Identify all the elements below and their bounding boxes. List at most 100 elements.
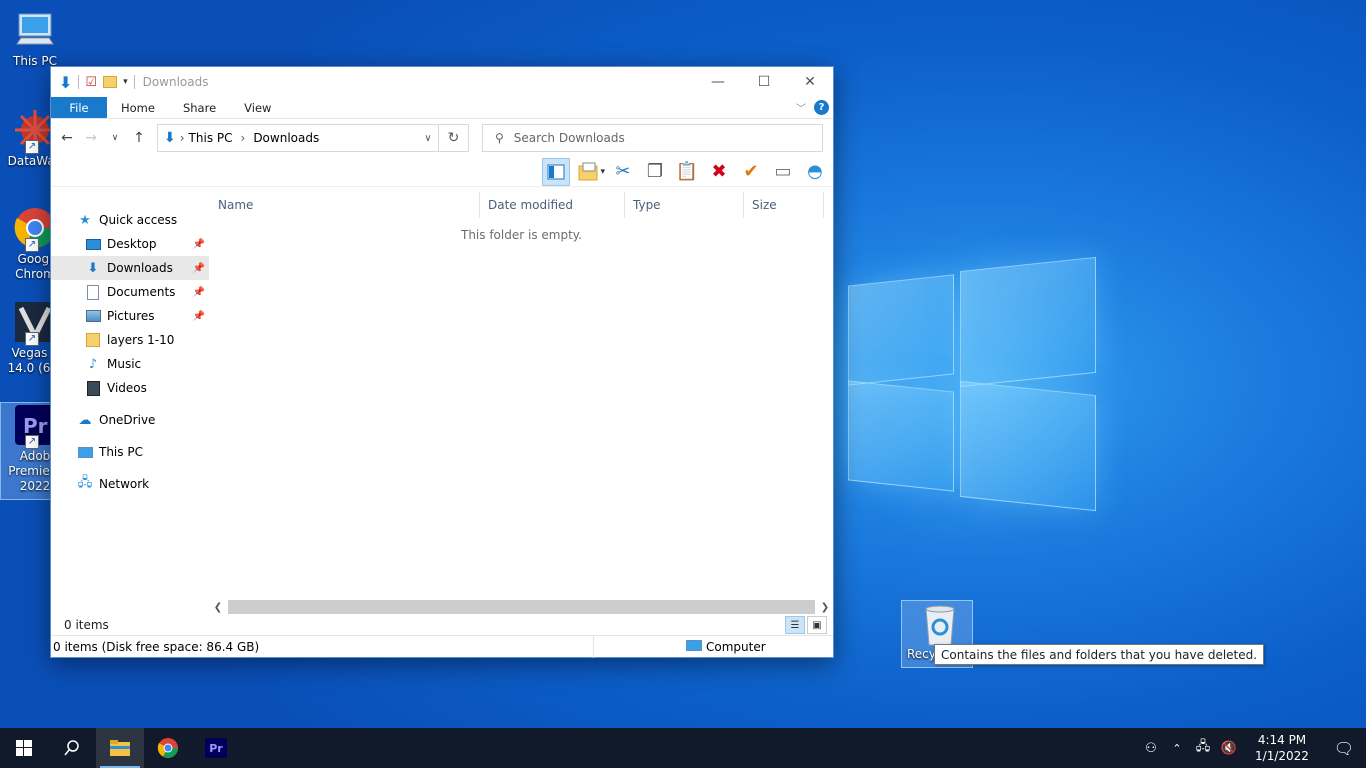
- computer-icon: [686, 639, 702, 654]
- new-folder-icon[interactable]: [103, 76, 118, 88]
- tab-home[interactable]: Home: [107, 97, 169, 118]
- zone-label: Computer: [706, 639, 766, 654]
- column-name[interactable]: Name: [210, 192, 480, 218]
- search-button[interactable]: [48, 728, 96, 768]
- network-icon: 🖧: [77, 475, 93, 490]
- recent-locations-dropdown[interactable]: ∨: [103, 126, 127, 150]
- scroll-left-icon[interactable]: ❮: [210, 602, 226, 613]
- nav-quick-access[interactable]: ★ Quick access: [51, 208, 209, 232]
- breadcrumb-separator-icon[interactable]: ›: [241, 131, 246, 145]
- system-tray: ⚇ ⌃ 🖧 🔇 4:14 PM 1/1/2022 🗨: [1138, 728, 1366, 768]
- breadcrumb-separator-icon[interactable]: ›: [180, 131, 185, 145]
- nav-item-music[interactable]: ♪ Music: [51, 352, 209, 376]
- tab-share[interactable]: Share: [169, 97, 230, 118]
- shortcut-arrow-icon: ↗: [25, 435, 39, 449]
- close-button[interactable]: ✕: [787, 67, 833, 97]
- customize-toolbar-dropdown-icon[interactable]: ▾: [123, 77, 128, 87]
- preview-pane-button[interactable]: [542, 157, 571, 186]
- nav-item-pictures[interactable]: Pictures 📌: [51, 304, 209, 328]
- navigation-bar: ← → ∨ ↑ ⬇ › This PC › Downloads ∨ ↻ ⚲ Se…: [51, 119, 833, 157]
- nav-onedrive[interactable]: ☁ OneDrive: [51, 408, 209, 432]
- breadcrumb-downloads[interactable]: Downloads: [253, 131, 319, 145]
- refresh-button[interactable]: ↻: [439, 124, 469, 152]
- nav-item-videos[interactable]: Videos: [51, 376, 209, 400]
- window-title: Downloads: [142, 75, 209, 89]
- tab-file[interactable]: File: [51, 97, 107, 118]
- search-box[interactable]: ⚲ Search Downloads: [482, 124, 823, 152]
- navigation-pane: ★ Quick access Desktop 📌 ⬇ Downloads 📌 D…: [51, 192, 209, 615]
- scrollbar-thumb[interactable]: [228, 600, 815, 614]
- cut-icon[interactable]: ✂: [609, 158, 637, 186]
- delete-icon[interactable]: ✖: [705, 158, 733, 186]
- file-list[interactable]: Name Date modified Type Size This folder…: [209, 192, 833, 615]
- tab-view[interactable]: View: [230, 97, 285, 118]
- column-type[interactable]: Type: [625, 192, 744, 218]
- folder-icon: [110, 740, 130, 756]
- computer-icon: [77, 444, 93, 460]
- downloads-arrow-icon: ⬇: [87, 260, 99, 276]
- toolbar-divider: [133, 75, 135, 89]
- file-explorer-window[interactable]: ⬇ ☑ ▾ Downloads — ☐ ✕ File Home Share Vi…: [50, 66, 834, 658]
- nav-label: Network: [99, 477, 150, 491]
- downloads-arrow-icon: ⬇: [59, 72, 73, 92]
- scroll-right-icon[interactable]: ❯: [817, 602, 833, 613]
- column-size[interactable]: Size: [744, 192, 824, 218]
- nav-item-layers[interactable]: layers 1-10: [51, 328, 209, 352]
- shortcut-arrow-icon: ↗: [25, 238, 39, 252]
- search-placeholder: Search Downloads: [513, 131, 625, 145]
- nav-label: Quick access: [99, 213, 178, 227]
- show-hidden-icons-chevron-icon[interactable]: ⌃: [1164, 728, 1190, 768]
- paste-icon[interactable]: 📋: [673, 158, 701, 186]
- disk-free-space: 0 items (Disk free space: 86.4 GB): [51, 635, 594, 658]
- rename-check-icon[interactable]: ✔: [737, 158, 765, 186]
- large-icons-view-button[interactable]: ▣: [807, 616, 827, 634]
- properties-card-icon[interactable]: ▭: [769, 158, 797, 186]
- change-view-icon[interactable]: [574, 158, 602, 186]
- minimize-button[interactable]: —: [695, 67, 741, 97]
- nav-item-documents[interactable]: Documents 📌: [51, 280, 209, 304]
- maximize-button[interactable]: ☐: [741, 67, 787, 97]
- taskbar-file-explorer[interactable]: [96, 728, 144, 768]
- up-button[interactable]: ↑: [127, 126, 151, 150]
- nav-this-pc[interactable]: This PC: [51, 440, 209, 464]
- back-button[interactable]: ←: [55, 126, 79, 150]
- action-center-icon[interactable]: 🗨: [1322, 739, 1366, 758]
- recycle-bin-tooltip: Contains the files and folders that you …: [934, 644, 1265, 665]
- copy-icon[interactable]: ❐: [641, 158, 669, 186]
- horizontal-scrollbar[interactable]: ❮ ❯: [210, 599, 833, 615]
- people-icon[interactable]: ⚇: [1138, 728, 1164, 768]
- nav-network[interactable]: 🖧 Network: [51, 472, 209, 496]
- taskbar-chrome[interactable]: [144, 728, 192, 768]
- network-status-icon[interactable]: 🖧: [1190, 728, 1216, 768]
- clock[interactable]: 4:14 PM 1/1/2022: [1242, 732, 1322, 764]
- expand-ribbon-icon[interactable]: ﹀: [796, 100, 806, 115]
- search-icon: ⚲: [495, 131, 504, 145]
- shell-icon[interactable]: ◓: [801, 158, 829, 186]
- ribbon-tabs: File Home Share View ﹀ ?: [51, 97, 833, 119]
- properties-icon[interactable]: ☑: [85, 75, 97, 90]
- pictures-icon: [85, 308, 101, 324]
- details-view-button[interactable]: ☰: [785, 616, 805, 634]
- nav-label: Desktop: [107, 237, 157, 251]
- pin-icon: 📌: [192, 262, 205, 274]
- help-icon[interactable]: ?: [814, 100, 829, 115]
- status-bar: 0 items ☰ ▣: [51, 615, 833, 635]
- taskbar-premiere[interactable]: Pr: [192, 728, 240, 768]
- nav-item-downloads[interactable]: ⬇ Downloads 📌: [51, 256, 209, 280]
- pin-icon: 📌: [192, 286, 205, 298]
- star-icon: ★: [79, 212, 91, 228]
- title-bar[interactable]: ⬇ ☑ ▾ Downloads — ☐ ✕: [51, 67, 833, 97]
- address-bar[interactable]: ⬇ › This PC › Downloads ∨: [157, 124, 439, 152]
- forward-button[interactable]: →: [79, 126, 103, 150]
- volume-muted-icon[interactable]: 🔇: [1216, 728, 1242, 768]
- change-view-dropdown-icon[interactable]: ▾: [600, 167, 605, 177]
- toolbar-divider: [78, 75, 80, 89]
- column-date-modified[interactable]: Date modified: [480, 192, 625, 218]
- breadcrumb-this-pc[interactable]: This PC: [189, 131, 233, 145]
- desktop-icon-this-pc[interactable]: This PC: [0, 8, 70, 74]
- address-history-dropdown-icon[interactable]: ∨: [418, 133, 438, 144]
- desktop-folder-icon: [85, 236, 101, 252]
- start-button[interactable]: [0, 728, 48, 768]
- nav-item-desktop[interactable]: Desktop 📌: [51, 232, 209, 256]
- pin-icon: 📌: [192, 238, 205, 250]
